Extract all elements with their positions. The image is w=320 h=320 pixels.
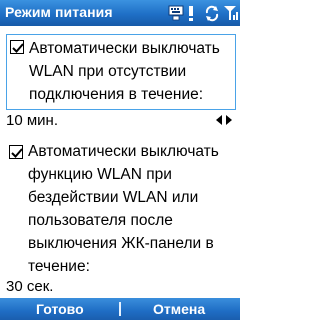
timeout-spinner[interactable] bbox=[216, 115, 232, 125]
wlan-no-connection-timeout[interactable]: 10 мин. bbox=[6, 110, 234, 132]
checkmark-icon bbox=[12, 43, 24, 53]
arrow-left-icon[interactable] bbox=[216, 115, 222, 125]
wlan-idle-label: Автоматически выключать функцию WLAN при… bbox=[28, 143, 219, 275]
wlan-no-connection-label: Автоматически выключать WLAN при отсутст… bbox=[29, 40, 220, 103]
done-softkey[interactable]: Готово bbox=[36, 301, 84, 317]
wlan-idle-option[interactable]: Автоматически выключать функцию WLAN при… bbox=[6, 140, 234, 278]
screen: Режим питания Автоматически выключать WL… bbox=[0, 0, 240, 320]
softkey-bar: Готово Отмена bbox=[0, 298, 240, 320]
timeout-value: 10 мин. bbox=[6, 112, 58, 129]
timeout-value: 30 сек. bbox=[6, 278, 54, 295]
wlan-no-connection-checkbox[interactable] bbox=[10, 40, 24, 54]
keyboard-icon[interactable] bbox=[168, 4, 184, 22]
wlan-no-connection-option[interactable]: Автоматически выключать WLAN при отсутст… bbox=[6, 34, 236, 110]
cancel-softkey[interactable]: Отмена bbox=[153, 301, 205, 317]
sync-icon[interactable] bbox=[204, 4, 220, 22]
wlan-idle-timeout[interactable]: 30 сек. bbox=[6, 276, 234, 298]
arrow-right-icon[interactable] bbox=[226, 115, 232, 125]
status-icons bbox=[166, 3, 238, 23]
wlan-idle-checkbox[interactable] bbox=[9, 145, 23, 159]
alert-icon[interactable] bbox=[186, 4, 202, 22]
window-title: Режим питания bbox=[5, 4, 113, 20]
checkmark-icon bbox=[11, 148, 23, 158]
settings-content: Автоматически выключать WLAN при отсутст… bbox=[0, 26, 240, 298]
softkey-divider bbox=[119, 302, 121, 316]
signal-icon[interactable] bbox=[222, 4, 238, 22]
title-bar: Режим питания bbox=[0, 0, 240, 26]
